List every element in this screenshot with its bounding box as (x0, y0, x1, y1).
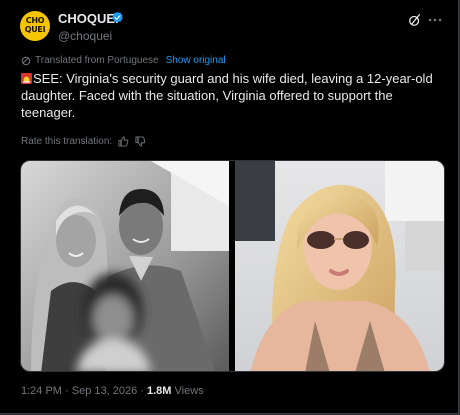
tweet-time[interactable]: 1:24 PM (21, 385, 62, 397)
avatar[interactable]: CHO QUEI (20, 11, 50, 41)
more-options-icon[interactable] (428, 18, 442, 22)
views-label: Views (174, 385, 204, 397)
tweet-meta: 1:24 PM · Sep 13, 2026 · 1.8M Views (21, 385, 204, 397)
tweet-date[interactable]: Sep 13, 2026 (72, 385, 137, 397)
avatar-logo-line1: CHO (25, 16, 45, 25)
thumbs-up-icon[interactable] (118, 136, 129, 147)
translation-note: Translated from Portuguese Show original (21, 55, 226, 66)
translation-label: Translated from Portuguese (35, 55, 159, 66)
verified-badge-icon (112, 11, 123, 23)
show-original-link[interactable]: Show original (166, 55, 226, 66)
tweet-body: SEE: Virginia's security guard and his w… (21, 71, 433, 120)
globe-icon (21, 56, 31, 65)
rate-translation: Rate this translation: (21, 136, 146, 147)
author-name[interactable]: CHOQUEI (58, 11, 119, 26)
thumbs-down-icon[interactable] (135, 136, 146, 147)
photo-couple-with-child[interactable] (21, 161, 229, 372)
tweet-text: SEE: Virginia's security guard and his w… (21, 70, 441, 121)
grok-icon[interactable] (408, 13, 422, 27)
author-handle[interactable]: @choquei (58, 29, 112, 43)
tweet-media[interactable] (20, 160, 445, 372)
views-count: 1.8M (146, 385, 172, 397)
tweet-card: CHO QUEI CHOQUEI @choquei Translated fro… (0, 0, 459, 414)
photo-blonde-woman[interactable] (235, 161, 445, 372)
rate-label: Rate this translation: (21, 136, 113, 147)
avatar-logo-line2: QUEI (24, 25, 46, 34)
siren-emoji-icon (21, 73, 32, 84)
